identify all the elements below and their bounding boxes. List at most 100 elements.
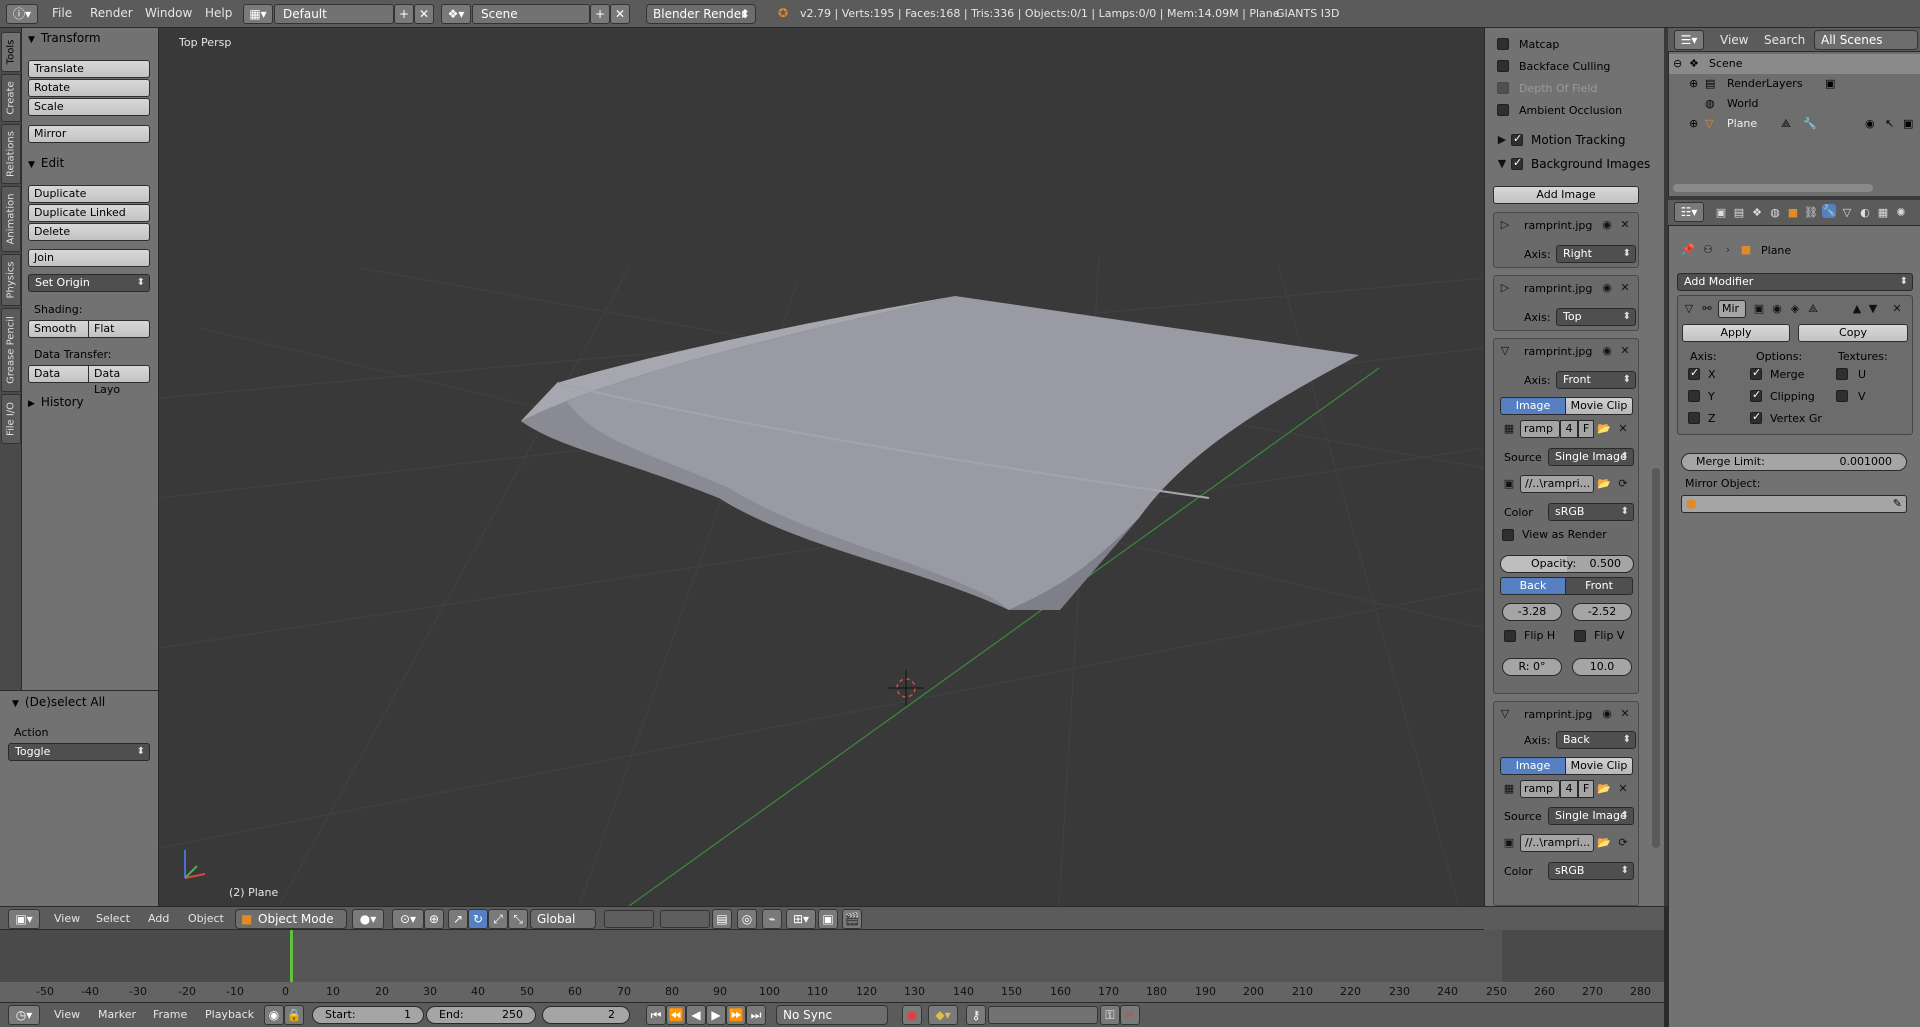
depth-of-field-checkbox[interactable] (1497, 82, 1509, 94)
expand-triangle-icon[interactable]: ▷ (1498, 218, 1512, 232)
translate-manipulator-icon[interactable]: ↗ (448, 909, 468, 929)
jump-start-icon[interactable]: ⏮ (646, 1005, 666, 1025)
menu-view[interactable]: View (54, 912, 80, 925)
clipping-checkbox[interactable] (1750, 388, 1762, 402)
cage-toggle-icon[interactable]: ⟁ (1806, 302, 1820, 316)
lock-layers-icon[interactable]: ▤ (712, 909, 732, 929)
render-opengl-icon[interactable]: ▣ (818, 909, 838, 929)
mirror-object-field[interactable]: ■ ✎ (1681, 495, 1907, 513)
open-folder-icon[interactable]: 📂 (1597, 782, 1611, 796)
record-icon[interactable]: ● (902, 1005, 922, 1025)
merge-checkbox[interactable] (1750, 366, 1762, 380)
mode-select[interactable]: ■ Object Mode (235, 909, 347, 929)
scene-field[interactable]: Scene (472, 4, 590, 24)
menu-select[interactable]: Select (96, 912, 130, 925)
tab-tools[interactable]: Tools (1, 32, 21, 72)
move-down-icon[interactable]: ▼ (1866, 302, 1880, 316)
close-icon[interactable]: ✕ (1618, 707, 1632, 721)
fake-user-button[interactable]: F (1578, 780, 1594, 798)
axis-dropdown[interactable]: Back (1556, 731, 1636, 749)
front-toggle[interactable]: Front (1565, 577, 1633, 595)
tab-relations[interactable]: Relations (1, 124, 21, 184)
axis-z-checkbox[interactable] (1688, 412, 1700, 424)
image-browse-icon[interactable]: ▦ (1502, 422, 1516, 436)
axis-dropdown[interactable]: Front (1556, 371, 1636, 389)
orientation-select[interactable]: Global (530, 909, 596, 929)
menu-window[interactable]: Window (145, 6, 192, 20)
matcap-checkbox[interactable] (1497, 38, 1509, 50)
render-layers-tab-icon[interactable]: ▤ (1732, 206, 1746, 220)
close-icon[interactable]: ✕ (1618, 218, 1632, 232)
delete-button[interactable]: Delete (28, 223, 150, 241)
data-layout-button[interactable]: Data Layo (88, 365, 150, 396)
panel-edit-header[interactable]: ▼ Edit (28, 156, 64, 170)
snap-manipulator-icon[interactable]: ⤡ (508, 909, 528, 929)
join-button[interactable]: Join (28, 249, 150, 267)
color-space-dropdown[interactable]: sRGB (1548, 503, 1634, 521)
outliner-view-menu[interactable]: View (1720, 33, 1748, 47)
reload-icon[interactable]: ⟳ (1616, 477, 1630, 491)
eye-icon[interactable]: ◉ (1600, 707, 1614, 721)
layout-field[interactable]: Default (274, 4, 394, 24)
render-toggle-icon[interactable]: ▣ (1752, 302, 1766, 316)
delete-keyframe-icon[interactable]: ✂ (1120, 1005, 1140, 1025)
editor-type-outliner-icon[interactable]: ☰▾ (1674, 30, 1704, 50)
render-animation-icon[interactable]: 🎬 (842, 909, 862, 929)
snap-toggle-icon[interactable]: ⌁ (762, 909, 782, 929)
reload-icon[interactable]: ⟳ (1616, 836, 1630, 850)
close-icon[interactable]: ✕ (1618, 281, 1632, 295)
start-frame-field[interactable]: Start: 1 (312, 1006, 424, 1024)
ambient-occlusion-checkbox[interactable] (1497, 104, 1509, 116)
scene-icon[interactable]: ❖▾ (441, 4, 471, 24)
move-up-icon[interactable]: ▲ (1850, 302, 1864, 316)
eye-icon[interactable]: ◉ (1600, 281, 1614, 295)
render-camera-icon[interactable]: ▣ (1903, 114, 1913, 134)
rotate-button[interactable]: Rotate (28, 79, 150, 97)
fake-user-button[interactable]: F (1578, 420, 1594, 438)
movie-clip-tab[interactable]: Movie Clip (1565, 397, 1633, 415)
collapse-triangle-icon[interactable]: ▼ (1495, 157, 1509, 171)
plane-mesh[interactable] (521, 296, 1359, 610)
smooth-button[interactable]: Smooth (28, 320, 89, 338)
tab-grease-pencil[interactable]: Grease Pencil (1, 308, 21, 392)
tab-physics[interactable]: Physics (1, 254, 21, 306)
apply-button[interactable]: Apply (1682, 324, 1790, 342)
material-tab-icon[interactable]: ◐ (1858, 206, 1872, 220)
duplicate-button[interactable]: Duplicate (28, 185, 150, 203)
insert-keyframe-icon[interactable]: ⚿ (1100, 1005, 1120, 1025)
copy-button[interactable]: Copy (1798, 324, 1908, 342)
proportional-editing-icon[interactable]: ◎ (737, 909, 757, 929)
axis-dropdown[interactable]: Right (1556, 245, 1636, 263)
image-users-field[interactable]: 4 (1560, 780, 1578, 798)
eye-icon[interactable]: ◉ (1600, 218, 1614, 232)
flat-button[interactable]: Flat (88, 320, 150, 338)
opacity-slider[interactable]: Opacity: 0.500 (1500, 555, 1634, 573)
expand-triangle-icon[interactable]: ▶ (1495, 133, 1509, 147)
rotation-field[interactable]: R: 0° (1502, 658, 1562, 676)
collapse-icon[interactable]: ⊖ (1673, 54, 1682, 74)
visibility-eye-icon[interactable]: ◉ (1865, 114, 1875, 134)
modifier-name-field[interactable]: Mir (1718, 300, 1746, 318)
axis-dropdown[interactable]: Top (1556, 308, 1636, 326)
jump-prev-keyframe-icon[interactable]: ⏪ (666, 1005, 686, 1025)
pin-icon[interactable]: 📌 (1681, 243, 1695, 257)
open-folder-icon[interactable]: 📂 (1597, 836, 1611, 850)
editor-type-properties-icon[interactable]: ☷▾ (1674, 202, 1704, 222)
outliner-item-scene[interactable]: ⊖ ❖ Scene (1669, 54, 1920, 74)
movie-clip-tab[interactable]: Movie Clip (1565, 757, 1633, 775)
editor-type-3dview-icon[interactable]: ▣▾ (8, 909, 40, 929)
play-icon[interactable]: ▶ (706, 1005, 726, 1025)
viewport-canvas[interactable] (159, 28, 1484, 906)
timeline[interactable]: -50 -40 -30 -20 -10 0 10 20 30 40 50 60 … (0, 930, 1664, 1002)
image-name-field[interactable]: ramp (1520, 420, 1560, 438)
background-images-checkbox[interactable] (1511, 156, 1523, 170)
manipulator-toggle-icon[interactable]: ⊕ (424, 909, 444, 929)
3d-viewport[interactable]: Top Persp (2) Plane (159, 28, 1484, 906)
physics-tab-icon[interactable]: ✺ (1894, 206, 1908, 220)
add-image-button[interactable]: Add Image (1493, 186, 1639, 204)
play-reverse-icon[interactable]: ◀ (686, 1005, 706, 1025)
constraints-tab-icon[interactable]: ⛓ (1804, 206, 1818, 220)
panel-history-header[interactable]: ▶ History (28, 395, 84, 409)
panel-transform-header[interactable]: ▼ Transform (28, 31, 101, 45)
data-transfer-button[interactable]: Data (28, 365, 89, 383)
